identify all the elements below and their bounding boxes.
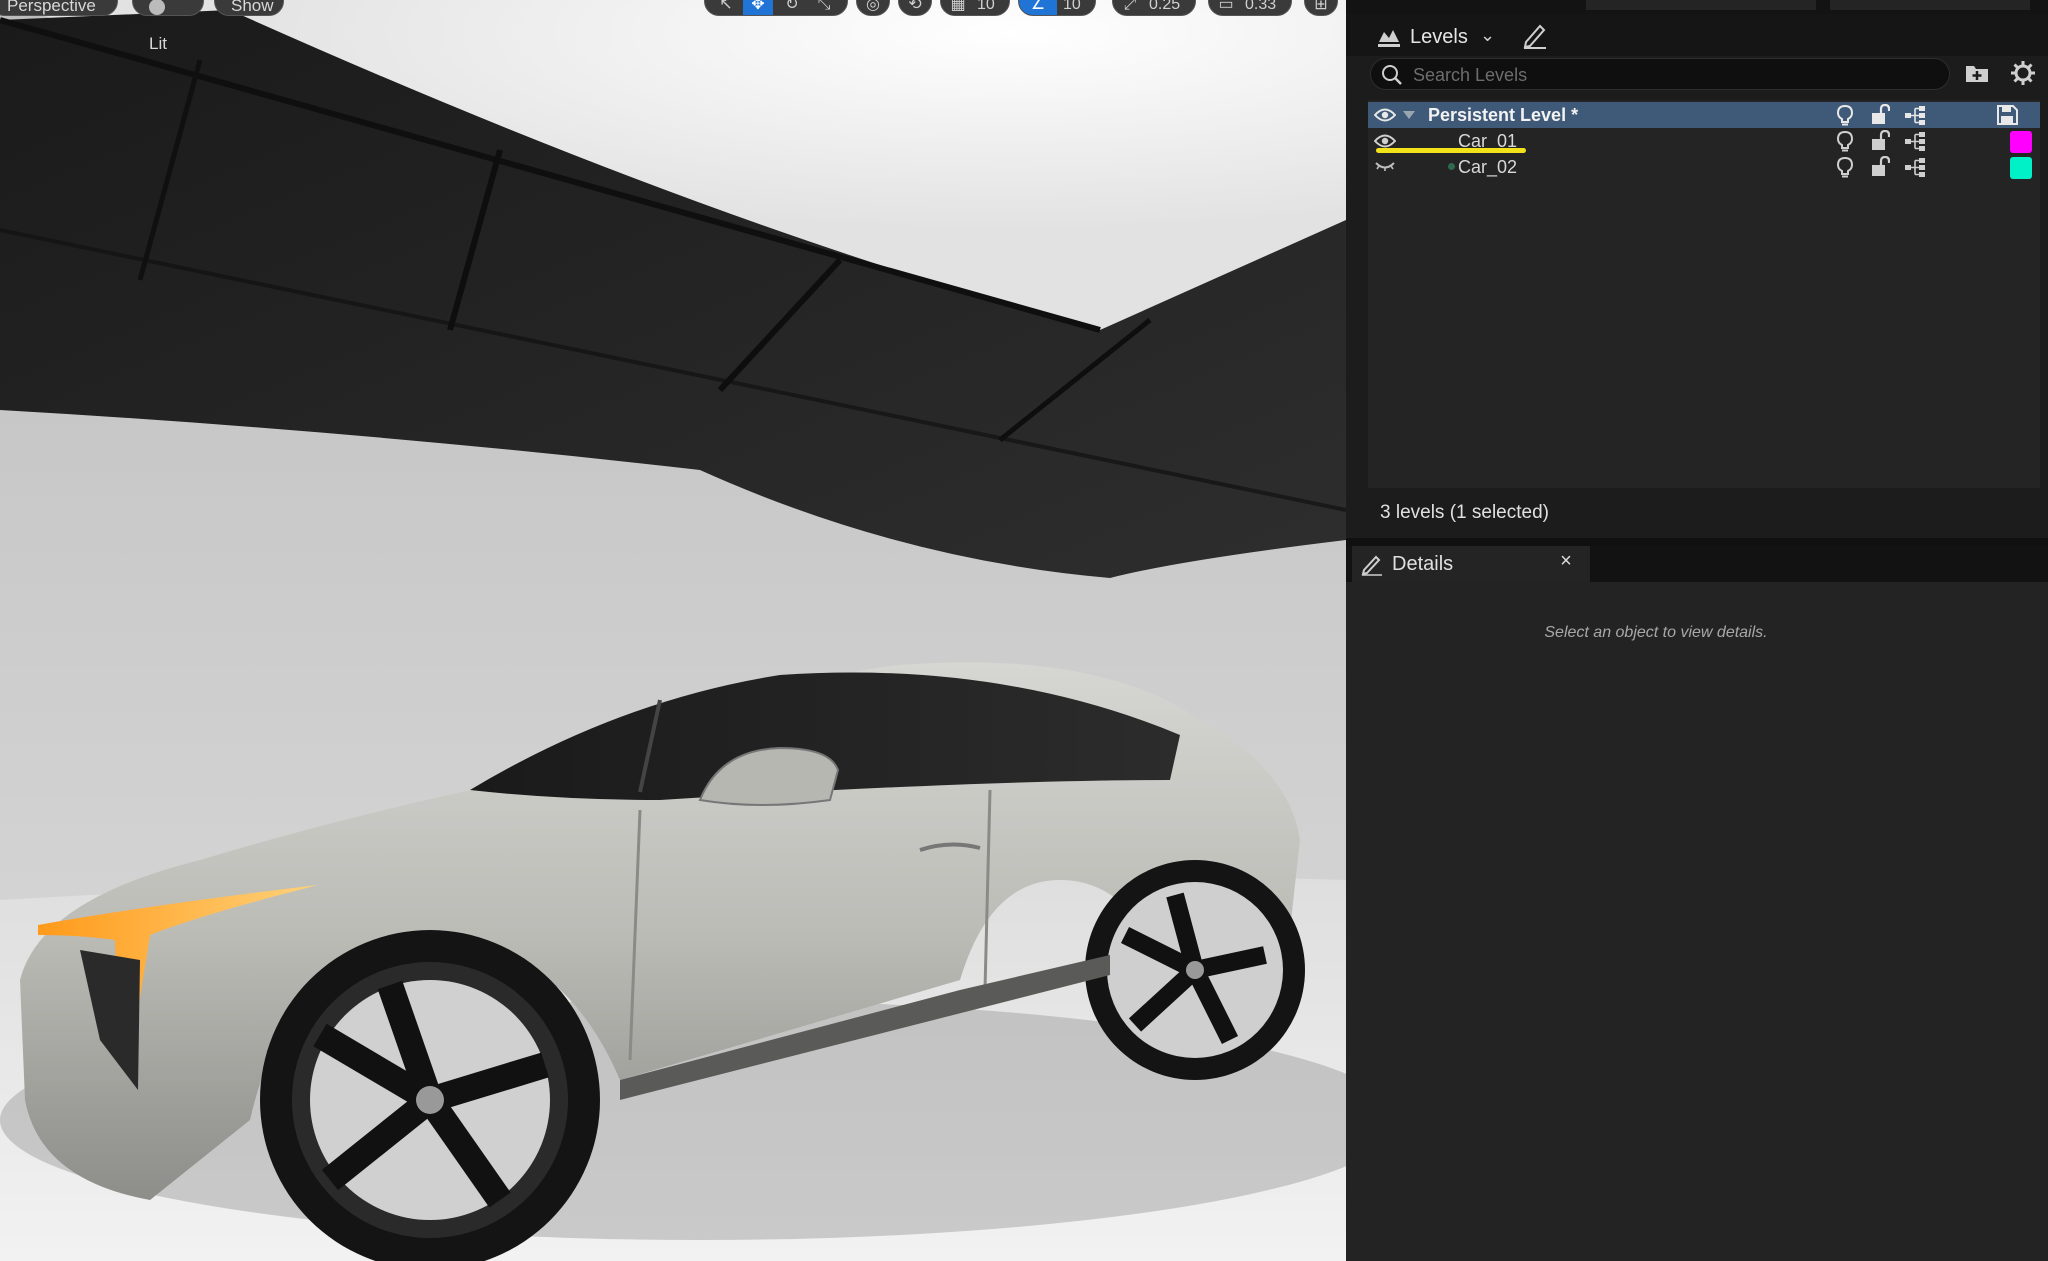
levels-tab-label: Levels [1410, 26, 1468, 48]
show-label: Show [231, 0, 274, 15]
level-color-swatch[interactable] [2010, 157, 2032, 179]
gear-icon[interactable] [2010, 60, 2036, 86]
eye-icon[interactable] [1374, 107, 1396, 123]
level-color-swatch[interactable] [2010, 131, 2032, 153]
level-status-dot [1448, 163, 1455, 170]
lock-icon[interactable] [1870, 130, 1890, 152]
level-name: Persistent Level * [1428, 105, 1579, 125]
level-row-persistent[interactable]: Persistent Level * [1368, 102, 2040, 128]
viewport-scene [0, 0, 1346, 1261]
grid-snap-value: 10 [977, 0, 995, 13]
panel-separator[interactable] [1346, 538, 2048, 546]
scale-snap-icon: ⤢ [1123, 0, 1137, 13]
hierarchy-icon[interactable] [1904, 105, 1926, 125]
details-tab[interactable]: Details × [1352, 546, 1590, 582]
layout-icon: ⊞ [1314, 0, 1328, 13]
levels-icon [1378, 30, 1400, 47]
grid-snap-control[interactable]: ▦ 10 [940, 0, 1010, 16]
pencil-icon[interactable] [1520, 20, 1550, 50]
details-empty-message: Select an object to view details. [1544, 624, 1768, 641]
save-icon[interactable] [1996, 104, 2020, 126]
lit-mode-button[interactable]: Lit [132, 0, 204, 53]
search-levels-field[interactable] [1370, 58, 1950, 90]
level-viewport[interactable]: Perspective Lit Show ↖ ✥ ↻ ⤡ ◎ ⟲ ▦ 10 ∠ … [0, 0, 1346, 1261]
panel-tab-stub[interactable] [1586, 0, 1816, 10]
search-icon [1382, 65, 1402, 85]
chevron-down-icon[interactable]: ⌄ [1480, 25, 1495, 46]
hierarchy-icon[interactable] [1904, 157, 1926, 177]
lightbulb-icon[interactable] [1836, 156, 1854, 178]
grid-icon: ▦ [950, 0, 966, 13]
rotation-snap-value: 10 [1063, 0, 1081, 13]
eye-icon[interactable] [1374, 133, 1396, 149]
levels-header: Levels ⌄ [1346, 14, 2048, 56]
eye-closed-icon[interactable] [1374, 160, 1396, 172]
lightbulb-icon[interactable] [1836, 104, 1854, 126]
surface-snap-icon: ⟲ [908, 0, 922, 13]
expand-arrow-icon[interactable] [1402, 109, 1416, 121]
show-button[interactable]: Show [214, 0, 284, 16]
annotation-underline [1376, 148, 1526, 153]
transform-tools: ↖ ✥ ↻ ⤡ [704, 0, 848, 16]
rotate-tool-icon[interactable]: ↻ [777, 0, 807, 15]
camera-speed-control[interactable]: ▭ 0.33 [1208, 0, 1292, 16]
camera-speed-value: 0.33 [1245, 0, 1277, 13]
details-tab-label: Details [1392, 553, 1454, 575]
scale-snap-value: 0.25 [1149, 0, 1181, 13]
viewport-layout-button[interactable]: ⊞ [1304, 0, 1338, 16]
select-tool-icon[interactable]: ↖ [711, 0, 741, 15]
lock-icon[interactable] [1870, 156, 1890, 178]
angle-snap-icon: ∠ [1019, 0, 1057, 15]
move-tool-icon[interactable]: ✥ [743, 0, 773, 15]
lock-icon[interactable] [1870, 104, 1890, 126]
add-folder-icon[interactable] [1964, 60, 1990, 86]
view-mode-label: Perspective [7, 0, 96, 15]
levels-tree: Persistent Level * Car_01 Car_02 [1368, 100, 2040, 488]
scale-tool-icon[interactable]: ⤡ [809, 0, 839, 15]
close-icon[interactable]: × [1554, 550, 1578, 573]
globe-icon: ◎ [866, 0, 880, 13]
panel-tab-strip [1346, 0, 2048, 14]
scale-snap-control[interactable]: ⤢ 0.25 [1112, 0, 1196, 16]
details-body: Select an object to view details. [1346, 582, 2048, 1261]
panel-tab-stub[interactable] [1830, 0, 2030, 10]
pencil-icon [1361, 555, 1382, 576]
details-header: Details × [1346, 546, 2048, 582]
lightbulb-icon[interactable] [1836, 130, 1854, 152]
level-row-car-02[interactable]: Car_02 [1368, 154, 2040, 180]
rotation-snap-control[interactable]: ∠ 10 [1018, 0, 1096, 16]
lit-icon [149, 0, 165, 15]
right-panel: Levels ⌄ Search Levels Persistent Level … [1346, 0, 2048, 1261]
search-levels-input[interactable] [1411, 63, 1935, 87]
hierarchy-icon[interactable] [1904, 131, 1926, 151]
levels-count-text: 3 levels (1 selected) [1380, 502, 1549, 523]
lit-label: Lit [149, 34, 167, 53]
level-name: Car_02 [1458, 157, 1518, 177]
surface-snap-button[interactable]: ⟲ [898, 0, 932, 16]
world-local-button[interactable]: ◎ [856, 0, 890, 16]
camera-icon: ▭ [1218, 0, 1234, 13]
levels-status-bar: 3 levels (1 selected) [1346, 488, 2048, 538]
view-mode-button[interactable]: Perspective [0, 0, 118, 16]
